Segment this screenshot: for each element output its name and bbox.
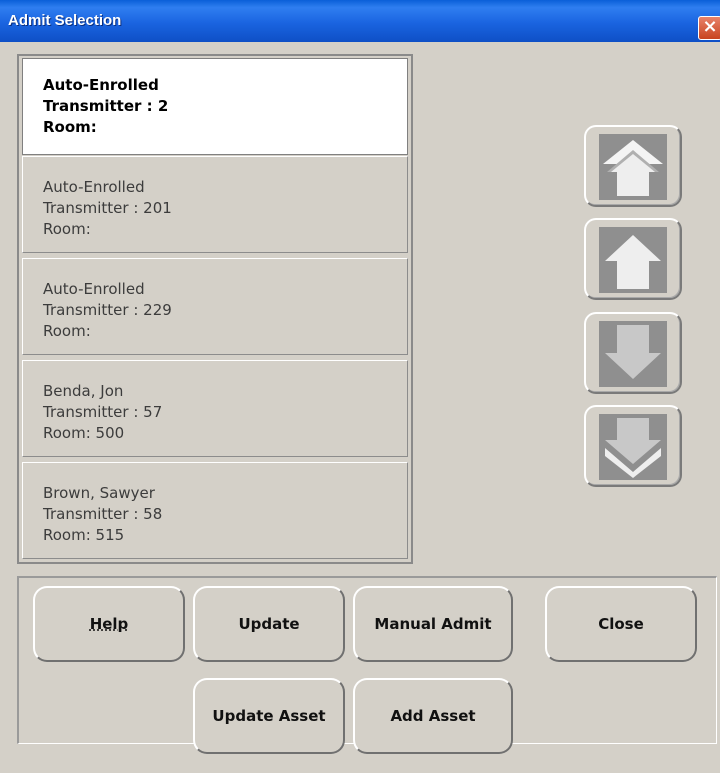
manual-admit-button-label: Manual Admit: [374, 615, 492, 633]
update-button-label: Update: [238, 615, 300, 633]
list-item[interactable]: Brown, Sawyer Transmitter : 58 Room: 515: [22, 462, 408, 559]
list-item-transmitter: Transmitter : 2: [43, 97, 169, 115]
list-item-transmitter: Transmitter : 229: [43, 301, 172, 319]
list-item[interactable]: Benda, Jon Transmitter : 57 Room: 500: [22, 360, 408, 457]
help-button-label: Help: [89, 615, 129, 633]
close-icon: ×: [702, 16, 718, 37]
scroll-up-icon: [599, 227, 667, 293]
close-button[interactable]: Close: [545, 586, 697, 662]
list-item-name: Benda, Jon: [43, 382, 124, 400]
list-item-name: Auto-Enrolled: [43, 76, 159, 94]
list-item-name: Auto-Enrolled: [43, 178, 145, 196]
list-item-transmitter: Transmitter : 58: [43, 505, 163, 523]
update-button[interactable]: Update: [193, 586, 345, 662]
scroll-to-bottom-icon: [599, 414, 667, 480]
list-item-room: Room:: [43, 220, 91, 238]
list-item-name: Brown, Sawyer: [43, 484, 155, 502]
list-item-room: Room: 515: [43, 526, 125, 544]
list-item-transmitter: Transmitter : 57: [43, 403, 163, 421]
add-asset-button-label: Add Asset: [390, 707, 476, 725]
scroll-to-top-button[interactable]: [584, 125, 682, 207]
update-asset-button-label: Update Asset: [212, 707, 326, 725]
update-asset-button[interactable]: Update Asset: [193, 678, 345, 754]
scroll-up-button[interactable]: [584, 218, 682, 300]
list-item-room: Room:: [43, 118, 97, 136]
list-item-transmitter: Transmitter : 201: [43, 199, 172, 217]
list-item-room: Room:: [43, 322, 91, 340]
help-button[interactable]: Help: [33, 586, 185, 662]
window-title: Admit Selection: [8, 12, 122, 29]
manual-admit-button[interactable]: Manual Admit: [353, 586, 513, 662]
list-item[interactable]: Auto-Enrolled Transmitter : 201 Room:: [22, 156, 408, 253]
list-item-room: Room: 500: [43, 424, 125, 442]
scroll-to-top-icon: [599, 134, 667, 200]
scroll-to-bottom-button[interactable]: [584, 405, 682, 487]
scroll-down-button[interactable]: [584, 312, 682, 394]
scroll-down-icon: [599, 321, 667, 387]
add-asset-button[interactable]: Add Asset: [353, 678, 513, 754]
list-item[interactable]: Auto-Enrolled Transmitter : 229 Room:: [22, 258, 408, 355]
list-item[interactable]: Auto-Enrolled Transmitter : 2 Room:: [22, 58, 408, 155]
patient-list[interactable]: Auto-Enrolled Transmitter : 2 Room: Auto…: [17, 54, 413, 564]
window-close-button[interactable]: ×: [698, 16, 720, 40]
list-item-name: Auto-Enrolled: [43, 280, 145, 298]
title-bar[interactable]: Admit Selection ×: [0, 0, 720, 42]
close-button-label: Close: [598, 615, 644, 633]
admit-selection-window: Admit Selection × Auto-Enrolled Transmit…: [0, 0, 720, 773]
